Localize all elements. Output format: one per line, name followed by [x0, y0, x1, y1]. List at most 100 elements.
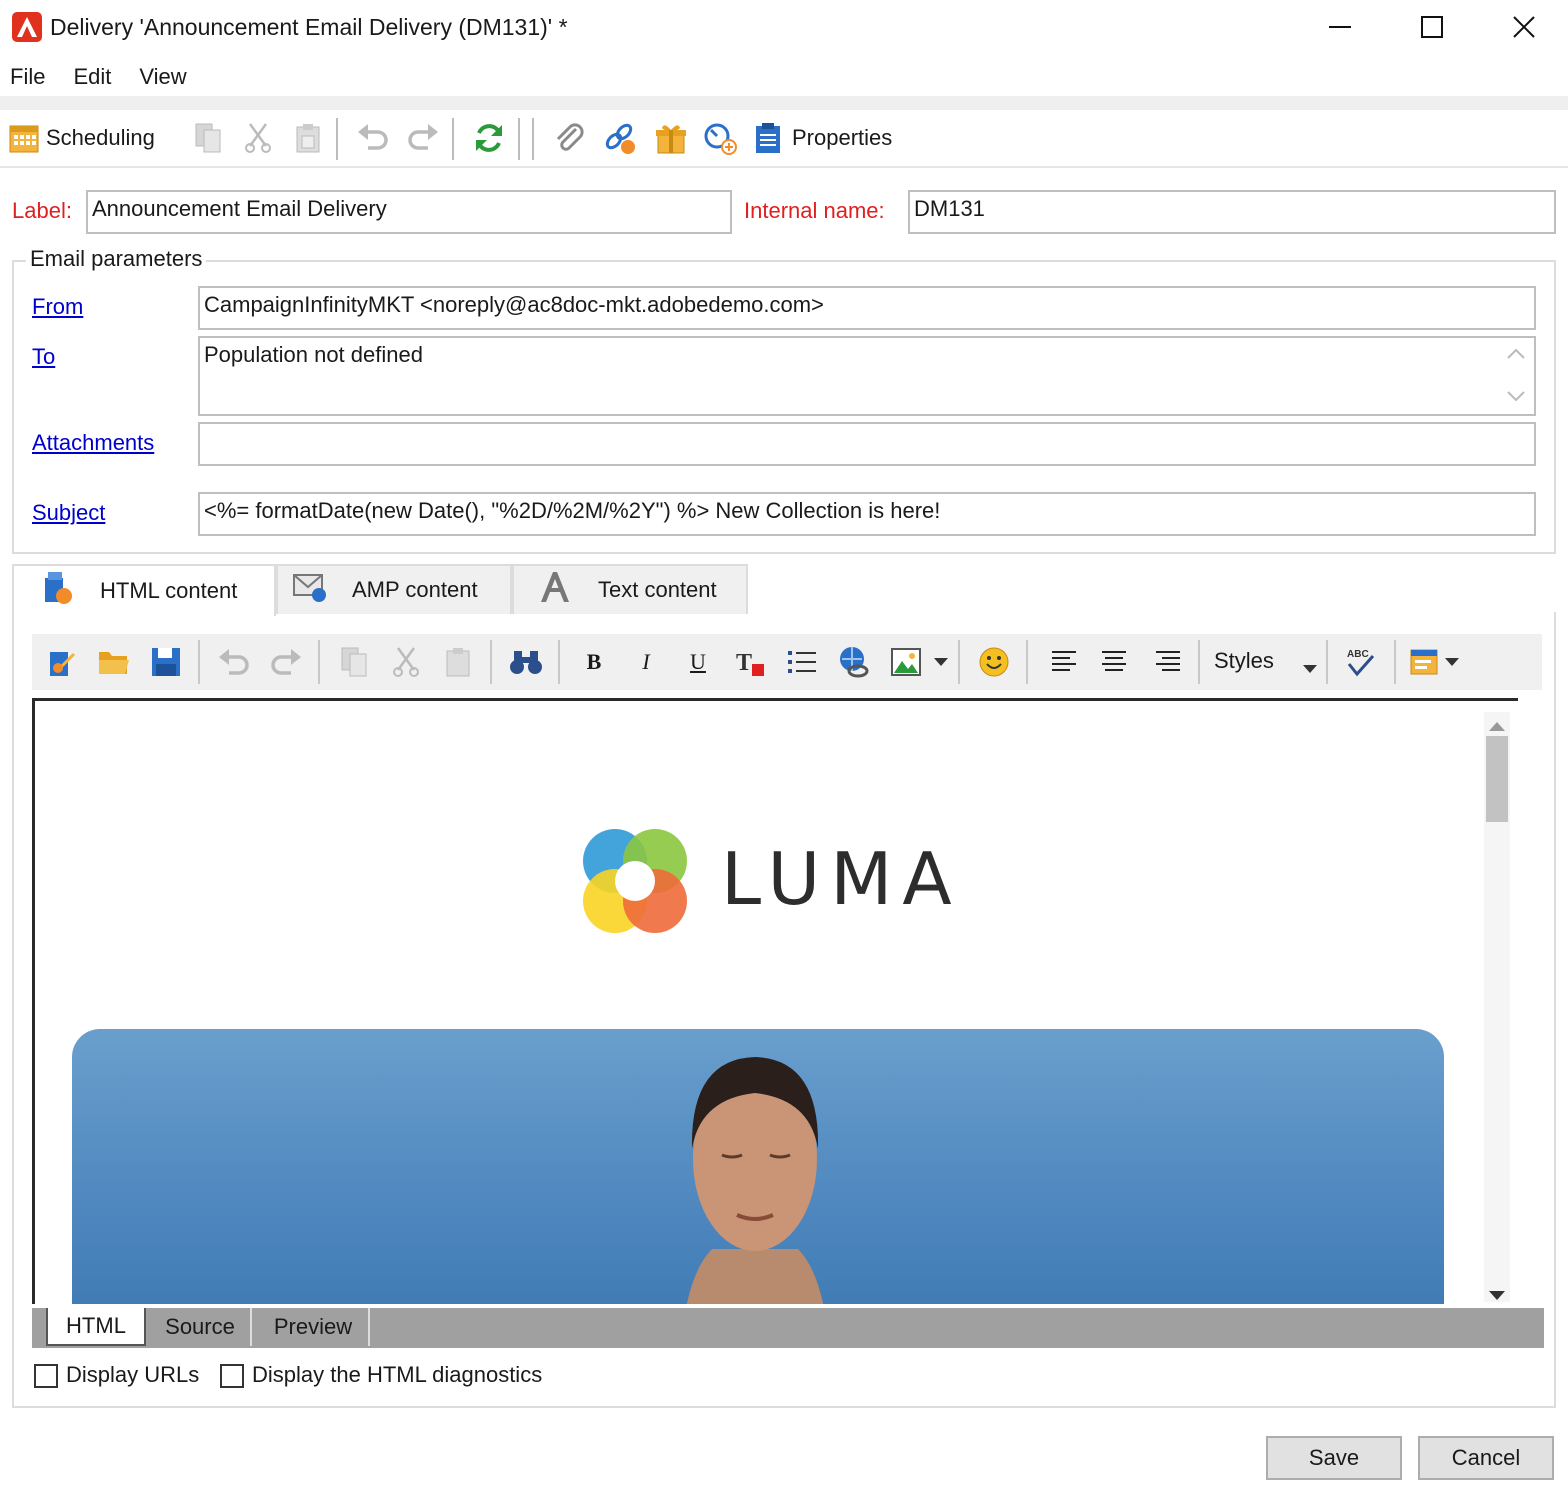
save-button[interactable]: Save: [1266, 1436, 1402, 1480]
editor-toolbar: B I U T Styles ABC: [32, 634, 1542, 690]
toolbar-separator: [532, 118, 534, 160]
editor-paste-icon[interactable]: [440, 644, 476, 680]
editor-copy-icon[interactable]: [336, 644, 372, 680]
styles-label: Styles: [1214, 648, 1274, 673]
insert-link-icon[interactable]: [836, 644, 872, 680]
bullet-list-icon[interactable]: [784, 644, 820, 680]
subject-link[interactable]: Subject: [32, 500, 105, 526]
maximize-button[interactable]: [1402, 6, 1462, 48]
tab-preview-mode[interactable]: Preview: [258, 1308, 370, 1346]
personalization-dropdown-icon[interactable]: [1440, 644, 1464, 680]
spellcheck-icon[interactable]: ABC: [1342, 644, 1378, 680]
from-link[interactable]: From: [32, 294, 83, 320]
editor-undo-icon[interactable]: [216, 644, 252, 680]
toolbar-separator: [958, 640, 960, 684]
tab-source-mode[interactable]: Source: [150, 1308, 252, 1346]
svg-text:T: T: [736, 650, 752, 676]
toolbar-separator: [452, 118, 454, 160]
toolbar-separator: [490, 640, 492, 684]
paste-icon[interactable]: [292, 120, 324, 156]
display-urls-checkbox[interactable]: [34, 1364, 58, 1388]
gift-offer-icon[interactable]: [654, 120, 688, 156]
image-dropdown-icon[interactable]: [928, 644, 954, 680]
save-disk-icon[interactable]: [148, 644, 184, 680]
menu-edit[interactable]: Edit: [63, 60, 125, 96]
attachments-link[interactable]: Attachments: [32, 430, 154, 456]
insert-image-icon[interactable]: [888, 644, 924, 680]
hero-model-figure: [686, 1057, 824, 1304]
close-window-button[interactable]: [1494, 6, 1554, 48]
html-editor-area[interactable]: LUMA: [32, 698, 1518, 1304]
tab-html-mode[interactable]: HTML: [46, 1308, 146, 1346]
redo-icon[interactable]: [406, 120, 440, 156]
to-link[interactable]: To: [32, 344, 55, 370]
tab-html-content[interactable]: HTML content: [12, 564, 276, 616]
toolbar-separator: [198, 640, 200, 684]
link-tracking-icon[interactable]: [602, 120, 638, 156]
underline-icon[interactable]: U: [680, 644, 716, 680]
menu-bar: File Edit View: [0, 60, 1568, 96]
scheduling-button[interactable]: Scheduling: [8, 120, 155, 156]
align-right-icon[interactable]: [1150, 644, 1186, 680]
main-toolbar: Scheduling Properties: [0, 96, 1568, 168]
editor-scroll-up-icon[interactable]: [1488, 712, 1506, 738]
bold-icon[interactable]: B: [576, 644, 612, 680]
email-parameters-title: Email parameters: [26, 246, 207, 272]
align-center-icon[interactable]: [1096, 644, 1132, 680]
luma-logo-icon: [575, 821, 695, 941]
find-binoculars-icon[interactable]: [508, 644, 544, 680]
toolbar-separator: [1394, 640, 1396, 684]
scroll-up-icon[interactable]: [1504, 344, 1528, 370]
label-field[interactable]: Announcement Email Delivery: [86, 190, 732, 234]
display-html-diagnostics-checkbox[interactable]: [220, 1364, 244, 1388]
copy-icon[interactable]: [192, 120, 224, 156]
toolbar-separator: [1198, 640, 1200, 684]
text-color-icon[interactable]: T: [732, 644, 768, 680]
open-folder-icon[interactable]: [96, 644, 132, 680]
clipboard-properties-icon: [756, 123, 780, 153]
to-field[interactable]: Population not defined: [198, 336, 1536, 416]
styles-dropdown[interactable]: Styles: [1214, 648, 1328, 678]
attachments-field[interactable]: [198, 422, 1536, 466]
editor-cut-icon[interactable]: [388, 644, 424, 680]
tab-amp-content[interactable]: AMP content: [276, 564, 512, 614]
window-title: Delivery 'Announcement Email Delivery (D…: [50, 14, 568, 40]
properties-label: Properties: [792, 125, 893, 150]
tab-html-content-label: HTML content: [100, 578, 238, 603]
personalization-block-icon[interactable]: [1406, 644, 1442, 680]
label-caption: Label:: [12, 198, 72, 223]
scroll-down-icon[interactable]: [1504, 386, 1528, 412]
attachment-icon[interactable]: [552, 120, 586, 156]
menu-file[interactable]: File: [0, 60, 59, 96]
undo-icon[interactable]: [356, 120, 390, 156]
subject-field[interactable]: <%= formatDate(new Date(), "%2D/%2M/%2Y"…: [198, 492, 1536, 536]
cut-icon[interactable]: [242, 120, 274, 156]
new-document-icon[interactable]: [44, 644, 80, 680]
cancel-button[interactable]: Cancel: [1418, 1436, 1554, 1480]
italic-icon[interactable]: I: [628, 644, 664, 680]
svg-text:ABC: ABC: [1347, 649, 1369, 660]
properties-button[interactable]: Properties: [754, 120, 892, 156]
emoji-smiley-icon[interactable]: [976, 644, 1012, 680]
hero-image: [72, 1029, 1444, 1304]
text-a-icon: [538, 570, 572, 610]
calendar-icon: [9, 125, 39, 153]
editor-redo-icon[interactable]: [268, 644, 304, 680]
display-html-diagnostics-label: Display the HTML diagnostics: [252, 1362, 543, 1387]
menu-view[interactable]: View: [129, 60, 200, 96]
align-left-icon[interactable]: [1046, 644, 1082, 680]
minimize-button[interactable]: [1310, 6, 1370, 48]
adobe-campaign-icon: [12, 12, 42, 42]
editor-scrollbar-thumb[interactable]: [1486, 736, 1508, 822]
to-value: Population not defined: [204, 342, 423, 367]
styles-chevron-down-icon: [1302, 654, 1318, 680]
from-field[interactable]: CampaignInfinityMKT <noreply@ac8doc-mkt.…: [198, 286, 1536, 330]
approval-settings-icon[interactable]: [702, 120, 738, 156]
toolbar-separator: [518, 118, 520, 160]
internal-name-field[interactable]: DM131: [908, 190, 1556, 234]
refresh-icon[interactable]: [472, 120, 506, 156]
editor-scroll-down-icon[interactable]: [1488, 1282, 1506, 1308]
display-urls-label: Display URLs: [66, 1362, 200, 1387]
tab-text-content-label: Text content: [598, 577, 717, 602]
tab-text-content[interactable]: Text content: [512, 564, 748, 614]
